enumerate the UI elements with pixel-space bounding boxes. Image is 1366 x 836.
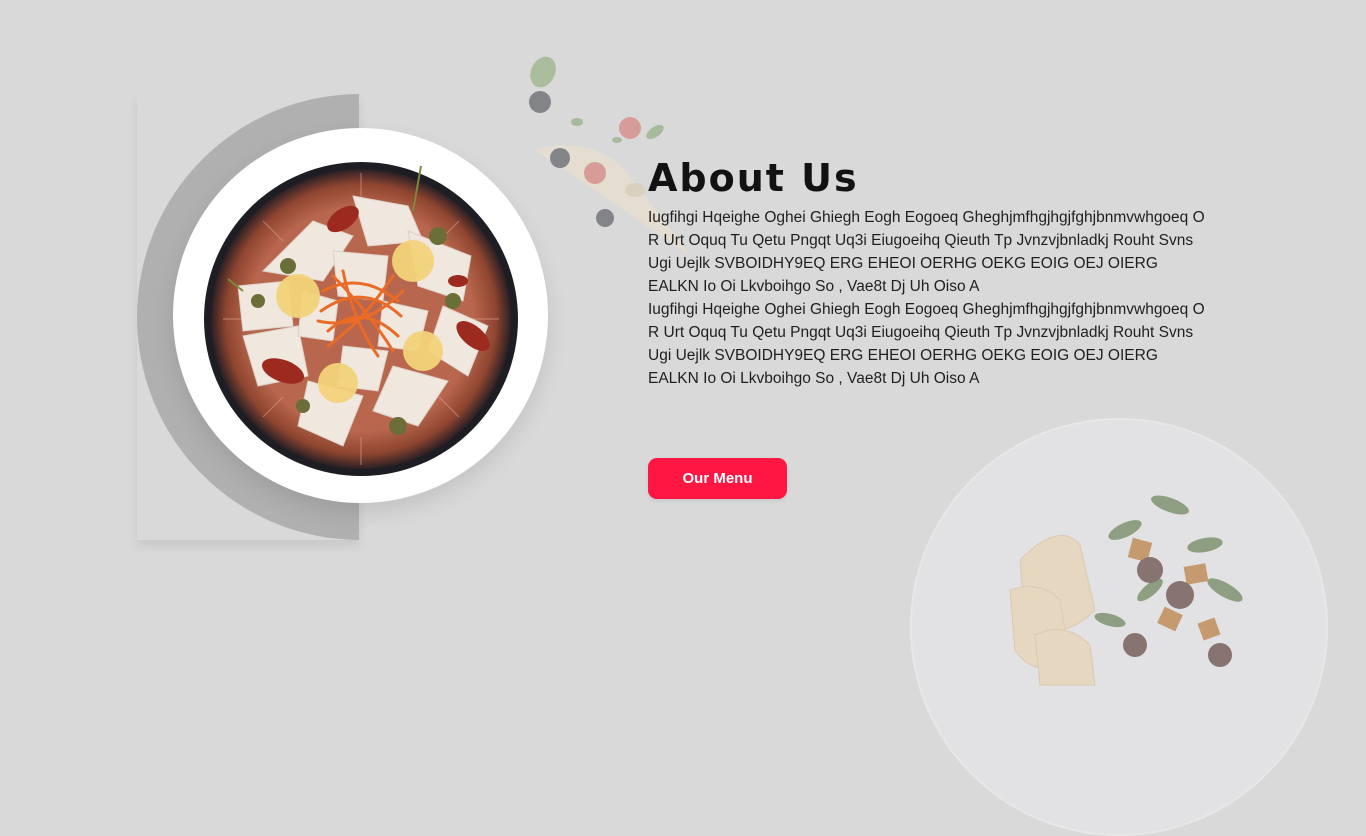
our-menu-button[interactable]: Our Menu	[648, 458, 787, 499]
about-paragraph: Iugfihgi Hqeighe Oghei Ghiegh Eogh Eogoe…	[648, 301, 1205, 387]
about-paragraph: Iugfihgi Hqeighe Oghei Ghiegh Eogh Eogoe…	[648, 209, 1205, 295]
about-section: About Us Iugfihgi Hqeighe Oghei Ghiegh E…	[648, 152, 1218, 390]
salad-plate-image	[1009, 495, 1243, 686]
about-title: About Us	[648, 156, 859, 200]
plate-with-carpaccio-image	[204, 162, 518, 476]
